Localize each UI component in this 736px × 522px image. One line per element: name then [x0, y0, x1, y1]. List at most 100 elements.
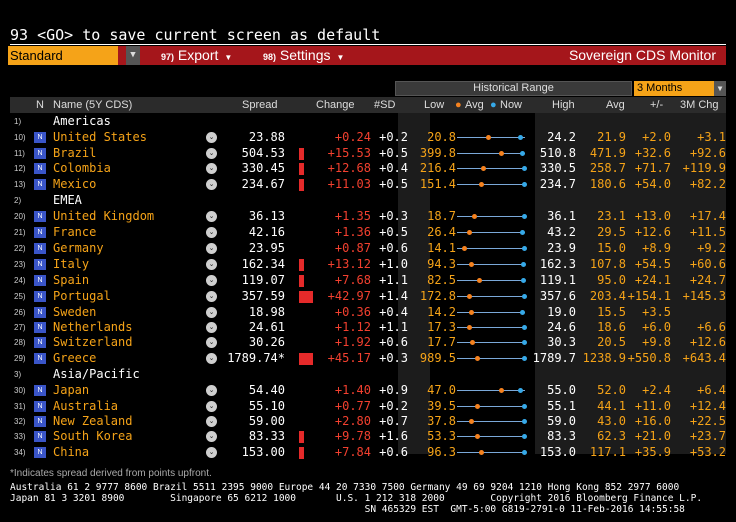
news-icon[interactable]: N [34, 322, 46, 333]
col-avg[interactable]: Avg [606, 97, 625, 113]
country-name[interactable]: South Korea [53, 429, 132, 444]
table-row[interactable]: 20) N United Kingdom ⌄ 36.13 +1.35 +0.3 18.7 36.… [10, 209, 726, 224]
col-n[interactable]: N [36, 97, 44, 113]
country-name[interactable]: Netherlands [53, 320, 132, 335]
country-name[interactable]: China [53, 445, 89, 460]
range-line [457, 248, 525, 249]
news-icon[interactable]: N [34, 163, 46, 174]
table-row[interactable]: 28) N Switzerland ⌄ 30.26 +1.92 +0.6 17.7 30.3 20… [10, 335, 726, 350]
news-icon[interactable]: N [34, 307, 46, 318]
chevron-down-icon[interactable]: ⌄ [206, 243, 217, 254]
country-name[interactable]: United Kingdom [53, 209, 154, 224]
country-name[interactable]: Sweden [53, 305, 96, 320]
table-row[interactable]: 13) N Mexico ⌄ 234.67 +11.03 +0.5 151.4 234.7 180… [10, 177, 726, 192]
country-name[interactable]: Colombia [53, 161, 111, 176]
view-select[interactable]: Standard [8, 46, 118, 65]
country-name[interactable]: Japan [53, 383, 89, 398]
table-row[interactable]: 10) N United States ⌄ 23.88 +0.24 +0.2 20.8 24.2… [10, 130, 726, 145]
col-spread[interactable]: Spread [242, 97, 277, 113]
historical-range-arrow-icon[interactable]: ▼ [714, 81, 726, 96]
settings-button[interactable]: 98) Settings ▼ [263, 46, 344, 65]
country-name[interactable]: Germany [53, 241, 104, 256]
news-icon[interactable]: N [34, 431, 46, 442]
country-name[interactable]: Portugal [53, 289, 111, 304]
col-low[interactable]: Low [424, 97, 444, 113]
col-3m-chg[interactable]: 3M Chg [680, 97, 719, 113]
chevron-down-icon[interactable]: ⌄ [206, 259, 217, 270]
table-row[interactable]: 32) N New Zealand ⌄ 59.00 +2.80 +0.7 37.8 59.0 43… [10, 414, 726, 429]
chevron-down-icon[interactable]: ⌄ [206, 385, 217, 396]
news-icon[interactable]: N [34, 447, 46, 458]
group-row[interactable]: 1) Americas [10, 114, 726, 129]
news-icon[interactable]: N [34, 385, 46, 396]
table-row[interactable]: 31) N Australia ⌄ 55.10 +0.77 +0.2 39.5 55.1 44.1… [10, 399, 726, 414]
country-name[interactable]: France [53, 225, 96, 240]
col-plusminus[interactable]: +/- [650, 97, 663, 113]
country-name[interactable]: Australia [53, 399, 118, 414]
view-select-arrow-icon[interactable]: ▼ [126, 46, 140, 65]
news-icon[interactable]: N [34, 353, 46, 364]
group-row[interactable]: 3) Asia/Pacific [10, 367, 726, 382]
table-row[interactable]: 26) N Sweden ⌄ 18.98 +0.36 +0.4 14.2 19.0 15.5 +3.… [10, 305, 726, 320]
table-row[interactable]: 25) N Portugal ⌄ 357.59 +42.97 +1.4 172.8 357.6 2… [10, 289, 726, 304]
news-icon[interactable]: N [34, 243, 46, 254]
spread-value: 54.40 [248, 383, 285, 397]
country-name[interactable]: New Zealand [53, 414, 132, 429]
news-icon[interactable]: N [34, 148, 46, 159]
chevron-down-icon[interactable]: ⌄ [206, 353, 217, 364]
table-row[interactable]: 34) N China ⌄ 153.00 +7.84 +0.6 96.3 153.0 117.1 +… [10, 445, 726, 460]
chevron-down-icon[interactable]: ⌄ [206, 416, 217, 427]
chevron-down-icon[interactable]: ⌄ [206, 447, 217, 458]
chevron-down-icon[interactable]: ⌄ [206, 227, 217, 238]
chevron-down-icon[interactable]: ⌄ [206, 132, 217, 143]
chevron-down-icon[interactable]: ⌄ [206, 163, 217, 174]
country-name[interactable]: Switzerland [53, 335, 132, 350]
export-button[interactable]: 97) Export ▼ [161, 46, 232, 65]
table-row[interactable]: 29) N Greece ⌄ 1789.74* +45.17 +0.3 989.5 1789.7… [10, 351, 726, 366]
historical-range-select[interactable]: 3 Months [634, 81, 714, 96]
news-icon[interactable]: N [34, 211, 46, 222]
country-name[interactable]: Spain [53, 273, 89, 288]
command-line[interactable]: 93 <GO> to save current screen as defaul… [10, 26, 726, 44]
news-icon[interactable]: N [34, 337, 46, 348]
table-row[interactable]: 11) N Brazil ⌄ 504.53 +15.53 +0.5 399.8 510.8 471… [10, 146, 726, 161]
country-name[interactable]: Italy [53, 257, 89, 272]
news-icon[interactable]: N [34, 401, 46, 412]
country-name[interactable]: Greece [53, 351, 96, 366]
chevron-down-icon[interactable]: ⌄ [206, 179, 217, 190]
chevron-down-icon[interactable]: ⌄ [206, 337, 217, 348]
chevron-down-icon[interactable]: ⌄ [206, 148, 217, 159]
news-icon[interactable]: N [34, 132, 46, 143]
col-sd[interactable]: #SD [374, 97, 395, 113]
table-row[interactable]: 30) N Japan ⌄ 54.40 +1.40 +0.9 47.0 55.0 52.0 +2.4… [10, 383, 726, 398]
table-row[interactable]: 12) N Colombia ⌄ 330.45 +12.68 +0.4 216.4 330.5 2… [10, 161, 726, 176]
table-row[interactable]: 22) N Germany ⌄ 23.95 +0.87 +0.6 14.1 23.9 15.0 +8… [10, 241, 726, 256]
table-row[interactable]: 27) N Netherlands ⌄ 24.61 +1.12 +1.1 17.3 24.6 18… [10, 320, 726, 335]
table-row[interactable]: 21) N France ⌄ 42.16 +1.36 +0.5 26.4 43.2 29.5 +12… [10, 225, 726, 240]
col-high[interactable]: High [552, 97, 575, 113]
country-name[interactable]: Brazil [53, 146, 96, 161]
col-name[interactable]: Name (5Y CDS) [53, 97, 132, 113]
news-icon[interactable]: N [34, 179, 46, 190]
chevron-down-icon[interactable]: ⌄ [206, 307, 217, 318]
chevron-down-icon[interactable]: ⌄ [206, 291, 217, 302]
news-icon[interactable]: N [34, 275, 46, 286]
table-row[interactable]: 23) N Italy ⌄ 162.34 +13.12 +1.0 94.3 162.3 107.8… [10, 257, 726, 272]
range-avg-dot [467, 230, 472, 235]
group-row[interactable]: 2) EMEA [10, 193, 726, 208]
news-icon[interactable]: N [34, 227, 46, 238]
news-icon[interactable]: N [34, 416, 46, 427]
country-name[interactable]: United States [53, 130, 147, 145]
table-row[interactable]: 33) N South Korea ⌄ 83.33 +9.78 +1.6 53.3 83.3 62… [10, 429, 726, 444]
table-row[interactable]: 24) N Spain ⌄ 119.07 +7.68 +1.1 82.5 119.1 95.0 +2… [10, 273, 726, 288]
chevron-down-icon[interactable]: ⌄ [206, 275, 217, 286]
three-month-change: +92.6 [689, 146, 726, 160]
chevron-down-icon[interactable]: ⌄ [206, 401, 217, 412]
news-icon[interactable]: N [34, 291, 46, 302]
news-icon[interactable]: N [34, 259, 46, 270]
chevron-down-icon[interactable]: ⌄ [206, 211, 217, 222]
chevron-down-icon[interactable]: ⌄ [206, 322, 217, 333]
col-change[interactable]: Change [316, 97, 355, 113]
chevron-down-icon[interactable]: ⌄ [206, 431, 217, 442]
country-name[interactable]: Mexico [53, 177, 96, 192]
